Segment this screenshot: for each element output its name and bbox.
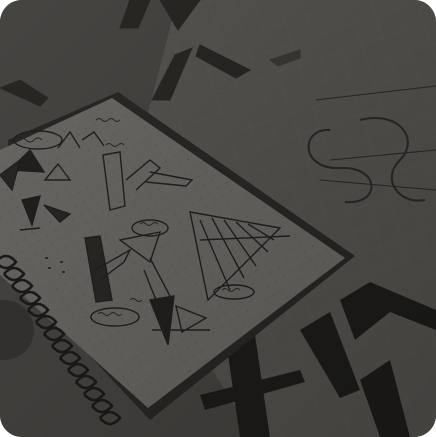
sketch-photo: [0, 0, 436, 437]
dark-overlay: [0, 0, 436, 437]
photo-card: [0, 0, 436, 437]
